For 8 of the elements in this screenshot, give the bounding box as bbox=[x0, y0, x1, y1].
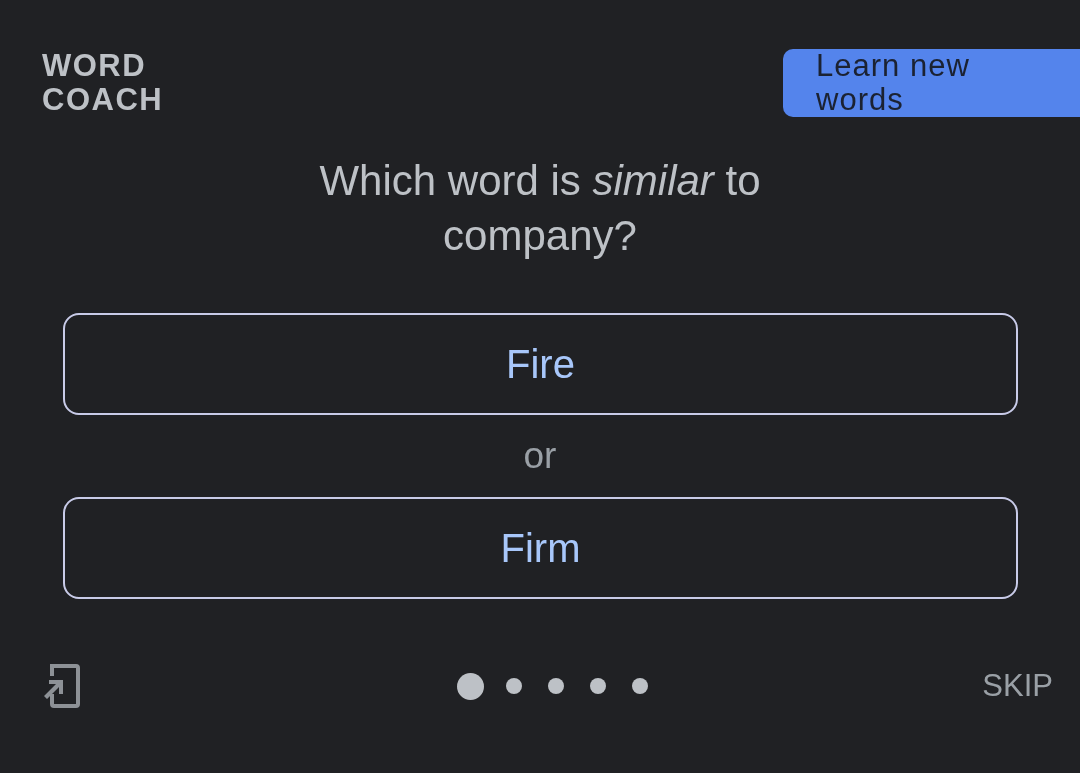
question-text: Which word is similar to company? bbox=[318, 156, 762, 261]
skip-button[interactable]: SKIP bbox=[982, 668, 1053, 704]
device-arrow-icon[interactable] bbox=[42, 662, 82, 710]
answer-button[interactable]: Fire bbox=[63, 313, 1018, 415]
answer-button[interactable]: Firm bbox=[63, 497, 1018, 599]
word-coach-title: WORD COACH bbox=[42, 49, 164, 117]
or-label: or bbox=[523, 434, 557, 478]
learn-new-words-button[interactable]: Learn new words bbox=[783, 49, 1080, 117]
